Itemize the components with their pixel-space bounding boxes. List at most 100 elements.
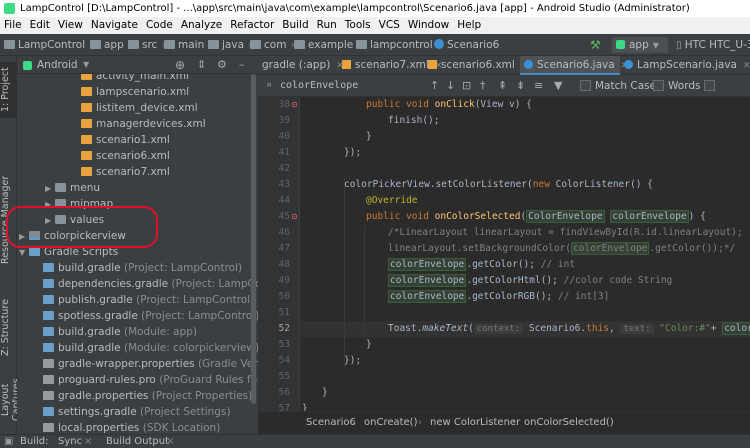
breadcrumb-anonymous-class[interactable]: new ColorListener bbox=[430, 412, 520, 434]
tree-item[interactable]: listitem_device.xml bbox=[71, 100, 198, 116]
code-line-41: }); bbox=[344, 147, 362, 158]
collapse-icon[interactable]: ⇕ bbox=[197, 56, 206, 74]
tree-item[interactable]: publish.gradle (Project: LampControl) bbox=[33, 292, 254, 308]
tree-item[interactable]: dependencies.gradle (Project: LampContro… bbox=[33, 276, 258, 292]
tab-structure[interactable]: Z: Structure bbox=[0, 296, 17, 360]
breadcrumb-callback[interactable]: onColorSelected() bbox=[524, 412, 614, 434]
tree-item[interactable]: scenario7.xml bbox=[71, 164, 170, 180]
menu-view[interactable]: View bbox=[54, 17, 87, 34]
xml-icon bbox=[81, 74, 92, 80]
tree-item-label: scenario7.xml bbox=[96, 166, 170, 178]
project-tree-scrollbar[interactable] bbox=[251, 74, 256, 434]
run-config-select[interactable]: app ▼ bbox=[612, 37, 668, 53]
line-number: 45 bbox=[278, 211, 290, 222]
tree-item-note: (ProGuard Rules for app) bbox=[159, 374, 258, 386]
tree-item[interactable]: local.properties (SDK Location) bbox=[33, 420, 220, 434]
project-view-select[interactable]: Android bbox=[37, 56, 78, 74]
tab-build-output[interactable]: Build Output bbox=[106, 435, 169, 448]
words-checkbox[interactable] bbox=[653, 80, 664, 91]
unselect-icon[interactable]: ⇟ bbox=[516, 75, 525, 97]
line-number: 40 bbox=[278, 131, 290, 142]
nav-crumb-app[interactable]: app› bbox=[90, 34, 132, 56]
tree-item-label: scenario6.xml bbox=[96, 150, 170, 162]
locate-icon[interactable]: ⊕ bbox=[175, 56, 185, 74]
nav-crumb-project[interactable]: LampControl› bbox=[4, 34, 93, 56]
find-input[interactable]: ⌕ colorEnvelope bbox=[264, 78, 424, 94]
tree-item[interactable]: build.gradle (Module: app) bbox=[33, 324, 197, 340]
tree-item[interactable]: activity_main.xml bbox=[71, 74, 189, 84]
breadcrumb-class[interactable]: Scenario6 bbox=[306, 412, 356, 434]
indent-guide bbox=[344, 177, 345, 369]
tree-item-note: (Module: colorpickerview) bbox=[123, 342, 258, 354]
select-occurrence-icon[interactable]: † bbox=[480, 75, 486, 97]
nav-crumb-example[interactable]: example› bbox=[294, 34, 361, 56]
tab-lampscenario-java[interactable]: LampScenario.java ✕ bbox=[620, 56, 750, 75]
tree-item[interactable]: proguard-rules.pro (ProGuard Rules for a… bbox=[33, 372, 258, 388]
code-editor[interactable]: public void onClick(View v) { finish(); … bbox=[300, 97, 750, 411]
tree-item[interactable]: settings.gradle (Project Settings) bbox=[33, 404, 231, 420]
line-number: 56 bbox=[278, 387, 290, 398]
chevron-down-icon[interactable]: ▼ bbox=[83, 56, 89, 74]
hammer-icon[interactable]: ⚒ bbox=[590, 37, 606, 53]
nav-crumb-java[interactable]: java› bbox=[208, 34, 252, 56]
tab-gradle-app[interactable]: gradle (:app) ✕ bbox=[258, 56, 344, 75]
menu-build[interactable]: Build bbox=[278, 17, 312, 34]
select-all-occurrences-icon[interactable]: ⇞ bbox=[498, 75, 507, 97]
next-occurrence-icon[interactable]: ↓ bbox=[446, 75, 455, 97]
menu-analyze[interactable]: Analyze bbox=[177, 17, 226, 34]
menu-refactor[interactable]: Refactor bbox=[226, 17, 278, 34]
menu-bar: File Edit View Navigate Code Analyze Refactor B… bbox=[0, 17, 750, 34]
tree-item[interactable]: build.gradle (Module: colorpickerview) bbox=[33, 340, 258, 356]
nav-crumb-main[interactable]: main› bbox=[164, 34, 212, 56]
tree-item[interactable]: ▶ menu bbox=[45, 180, 100, 196]
tree-item[interactable]: spotless.gradle (Project: LampControl) bbox=[33, 308, 258, 324]
phone-icon: ▯ bbox=[676, 39, 682, 51]
device-select[interactable]: ▯HTC HTC_U-3u bbox=[674, 37, 750, 53]
tab-scenario7-xml[interactable]: scenario7.xml ✕ bbox=[338, 56, 442, 75]
find-all-icon[interactable]: ⊡ bbox=[462, 75, 471, 97]
tree-item[interactable]: gradle.properties (Project Properties) bbox=[33, 388, 252, 404]
tree-item[interactable]: scenario6.xml bbox=[71, 148, 170, 164]
scrollbar-thumb[interactable] bbox=[251, 74, 256, 404]
menu-file[interactable]: File bbox=[0, 17, 26, 34]
tab-scenario6-java[interactable]: Scenario6.java✕ bbox=[520, 56, 628, 75]
nav-crumb-lampcontrol[interactable]: lampcontrol› bbox=[356, 34, 441, 56]
gear-icon[interactable]: ⚙ bbox=[217, 56, 227, 74]
tree-item-label: gradle.properties bbox=[58, 390, 149, 402]
hide-icon[interactable]: – bbox=[239, 56, 245, 74]
nav-crumb-scenario6[interactable]: Scenario6 bbox=[434, 34, 499, 56]
close-icon[interactable]: × bbox=[84, 435, 92, 448]
tree-item[interactable]: managerdevices.xml bbox=[71, 116, 206, 132]
close-icon[interactable]: × bbox=[166, 435, 174, 448]
menu-tools[interactable]: Tools bbox=[341, 17, 375, 34]
folder-icon bbox=[208, 40, 219, 49]
menu-run[interactable]: Run bbox=[313, 17, 341, 34]
nav-crumb-src[interactable]: src› bbox=[128, 34, 166, 56]
tree-item-note: (Project: LampControl) bbox=[136, 294, 255, 306]
tree-item[interactable]: build.gradle (Project: LampControl) bbox=[33, 260, 242, 276]
tab-scenario6-xml[interactable]: scenario6.xml✕ bbox=[424, 56, 528, 75]
tree-item[interactable]: scenario1.xml bbox=[71, 132, 170, 148]
menu-code[interactable]: Code bbox=[142, 17, 177, 34]
tab-layout-captures[interactable]: Layout Captures bbox=[0, 366, 22, 434]
match-case-checkbox[interactable] bbox=[580, 80, 591, 91]
nav-crumb-com[interactable]: com › bbox=[250, 34, 295, 56]
prev-occurrence-icon[interactable]: ↑ bbox=[430, 75, 439, 97]
expand-arrow-icon[interactable]: ▶ bbox=[45, 181, 55, 197]
menu-edit[interactable]: Edit bbox=[26, 17, 54, 34]
tree-item[interactable]: lampscenario.xml bbox=[71, 84, 189, 100]
close-icon[interactable]: ✕ bbox=[743, 61, 750, 71]
breadcrumb-method[interactable]: onCreate() bbox=[364, 412, 418, 434]
menu-navigate[interactable]: Navigate bbox=[87, 17, 142, 34]
tree-item-note: (Gradle Version) bbox=[198, 358, 258, 370]
menu-vcs[interactable]: VCS bbox=[375, 17, 404, 34]
filter-icon[interactable]: ▼ bbox=[554, 75, 562, 97]
tree-item-label: activity_main.xml bbox=[96, 74, 189, 82]
tab-project-tool[interactable]: 1: Project bbox=[0, 62, 17, 118]
menu-help[interactable]: Help bbox=[453, 17, 485, 34]
tab-sync[interactable]: Sync bbox=[58, 435, 82, 448]
tree-item[interactable]: gradle-wrapper.properties (Gradle Versio… bbox=[33, 356, 258, 372]
menu-window[interactable]: Window bbox=[404, 17, 453, 34]
settings-icon[interactable]: ≡ bbox=[534, 75, 543, 97]
regex-checkbox[interactable] bbox=[704, 80, 715, 91]
